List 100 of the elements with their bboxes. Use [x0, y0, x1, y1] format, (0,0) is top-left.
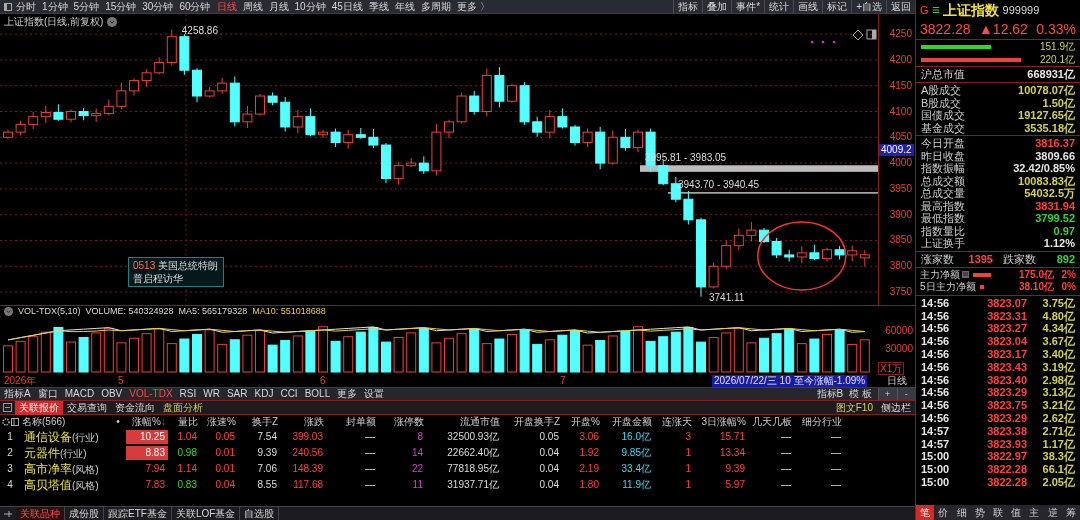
- period-tab[interactable]: 1分钟: [42, 0, 68, 13]
- period-tab[interactable]: 60分钟: [179, 0, 211, 13]
- toolbar-button[interactable]: 标记: [822, 0, 852, 13]
- column-header[interactable]: 封单额: [346, 415, 376, 429]
- bottom-tab[interactable]: 成份股: [65, 506, 104, 520]
- period-tab[interactable]: 日线: [216, 0, 237, 13]
- candle: [305, 107, 316, 137]
- candle: [519, 81, 530, 126]
- period-tab[interactable]: 周线: [242, 0, 263, 13]
- zoom-button[interactable]: +: [878, 388, 897, 400]
- column-header[interactable]: 连涨天: [662, 415, 692, 429]
- column-header[interactable]: 涨幅%: [132, 415, 161, 429]
- period-tab[interactable]: 45日线: [331, 0, 363, 13]
- column-header[interactable]: 开盘金额: [612, 415, 652, 429]
- side-tab[interactable]: 逆: [1043, 505, 1062, 520]
- bottom-tab[interactable]: 自选股: [240, 506, 280, 520]
- column-header[interactable]: 涨停数: [394, 415, 424, 429]
- period-tab[interactable]: 季线: [368, 0, 389, 13]
- column-header[interactable]: 名称(566): [20, 415, 112, 429]
- ma5-value: MA5: 565179328: [178, 306, 248, 317]
- toolbar-button[interactable]: 统计: [764, 0, 794, 13]
- indicator-tab[interactable]: VOL-TDX: [129, 388, 173, 400]
- side-tab[interactable]: 联: [988, 505, 1008, 520]
- toolbar-button[interactable]: 事件*: [731, 0, 765, 13]
- indicator-link[interactable]: 指标B: [816, 388, 844, 400]
- trade-price: 3823.04: [986, 335, 1027, 348]
- stat-value: 3799.52: [1035, 212, 1075, 225]
- column-header[interactable]: 3日涨幅%: [701, 415, 746, 429]
- side-tab[interactable]: 细: [952, 505, 971, 520]
- dropdown-icon[interactable]: [4, 307, 13, 316]
- panel-tab[interactable]: 盘面分析: [159, 400, 207, 415]
- stat-label: 基金成交: [921, 121, 965, 134]
- column-header[interactable]: 开盘%: [571, 415, 600, 429]
- period-tab[interactable]: 更多 〉: [456, 0, 490, 13]
- stat-label: 国债成交: [921, 109, 965, 122]
- settings-icon[interactable]: [2, 418, 10, 426]
- column-header[interactable]: 细分行业: [802, 415, 842, 429]
- panel-tab[interactable]: 资金流向: [111, 400, 159, 415]
- bottom-tab[interactable]: 跟踪ETF基金: [104, 506, 172, 520]
- bottom-tab[interactable]: 关联LOF基金: [171, 506, 241, 520]
- period-tab[interactable]: 多周期: [420, 0, 451, 13]
- indicator-tab[interactable]: 设置: [364, 388, 385, 400]
- row-number: 4: [6, 478, 14, 492]
- trade-price: 3822.97: [986, 450, 1027, 463]
- column-header[interactable]: 换手Z: [251, 415, 278, 429]
- column-header[interactable]: 几天几板: [752, 415, 792, 429]
- side-tab[interactable]: 笔: [916, 505, 935, 520]
- column-header[interactable]: 开盘换手Z: [513, 415, 560, 429]
- indicator-tab[interactable]: CCI: [280, 388, 298, 400]
- toolbar-button[interactable]: 指标: [673, 0, 703, 13]
- indicator-tab[interactable]: SAR: [226, 388, 248, 400]
- panel-link[interactable]: 图文F10: [831, 400, 877, 415]
- event-note: 0513 美国总统特朗普启程访华: [133, 260, 219, 284]
- period-tab[interactable]: 年线: [394, 0, 415, 13]
- toolbar-button[interactable]: 叠加: [702, 0, 732, 13]
- dropdown-icon[interactable]: [107, 16, 118, 27]
- period-tab[interactable]: 15分钟: [105, 0, 137, 13]
- period-tab[interactable]: 月线: [268, 0, 289, 13]
- toolbar-button[interactable]: +自选: [851, 0, 886, 13]
- trade-time: 14:57: [921, 424, 951, 437]
- indicator-tab[interactable]: RSI: [179, 388, 197, 400]
- panel-tab[interactable]: 交易查询: [63, 400, 111, 415]
- period-tab[interactable]: 10分钟: [294, 0, 326, 13]
- column-header[interactable]: 涨跌: [304, 415, 324, 429]
- side-tab[interactable]: 价: [934, 505, 953, 520]
- window-icon[interactable]: [4, 2, 12, 11]
- indicator-tab[interactable]: OBV: [101, 388, 123, 400]
- side-tab[interactable]: 筹: [1061, 505, 1080, 520]
- market-code: G: [920, 2, 929, 18]
- row-number: 3: [6, 462, 14, 476]
- indicator-tab[interactable]: 更多: [337, 388, 358, 400]
- indicator-tab[interactable]: KDJ: [254, 388, 274, 400]
- ma10-value: MA10: 551018688: [252, 306, 326, 317]
- indicator-tab[interactable]: 窗口: [37, 388, 58, 400]
- side-tab[interactable]: 主: [1025, 505, 1044, 520]
- period-tab[interactable]: 30分钟: [142, 0, 174, 13]
- toolbar-button[interactable]: 画线: [793, 0, 823, 13]
- column-header[interactable]: 涨速%: [207, 415, 236, 429]
- table-cell-text: 0.04: [538, 478, 560, 492]
- column-header[interactable]: •: [112, 415, 124, 429]
- table-cell-text: 1: [684, 478, 692, 492]
- indicator-link[interactable]: 模 板: [849, 388, 872, 400]
- list-icon[interactable]: [11, 418, 19, 426]
- pin-icon[interactable]: [3, 509, 13, 518]
- collapse-icon[interactable]: [3, 403, 12, 412]
- menu-icon[interactable]: [932, 6, 939, 14]
- indicator-tab[interactable]: 指标A: [4, 388, 31, 400]
- side-tab[interactable]: 势: [970, 505, 989, 520]
- period-tab[interactable]: 分时: [16, 0, 36, 13]
- side-tab[interactable]: 值: [1007, 505, 1026, 520]
- indicator-tab[interactable]: WR: [203, 388, 220, 400]
- indicator-tab[interactable]: MACD: [64, 388, 95, 400]
- panel-link[interactable]: 侧边栏: [877, 400, 915, 415]
- column-header[interactable]: 量比: [178, 415, 198, 429]
- period-tab[interactable]: 5分钟: [73, 0, 100, 13]
- table-cell-text: 0.05: [538, 430, 560, 444]
- bottom-tab[interactable]: 关联品种: [16, 506, 65, 520]
- column-header[interactable]: 流通市值: [460, 415, 500, 429]
- trade-time: 14:56: [921, 322, 951, 335]
- indicator-tab[interactable]: BOLL: [304, 388, 331, 400]
